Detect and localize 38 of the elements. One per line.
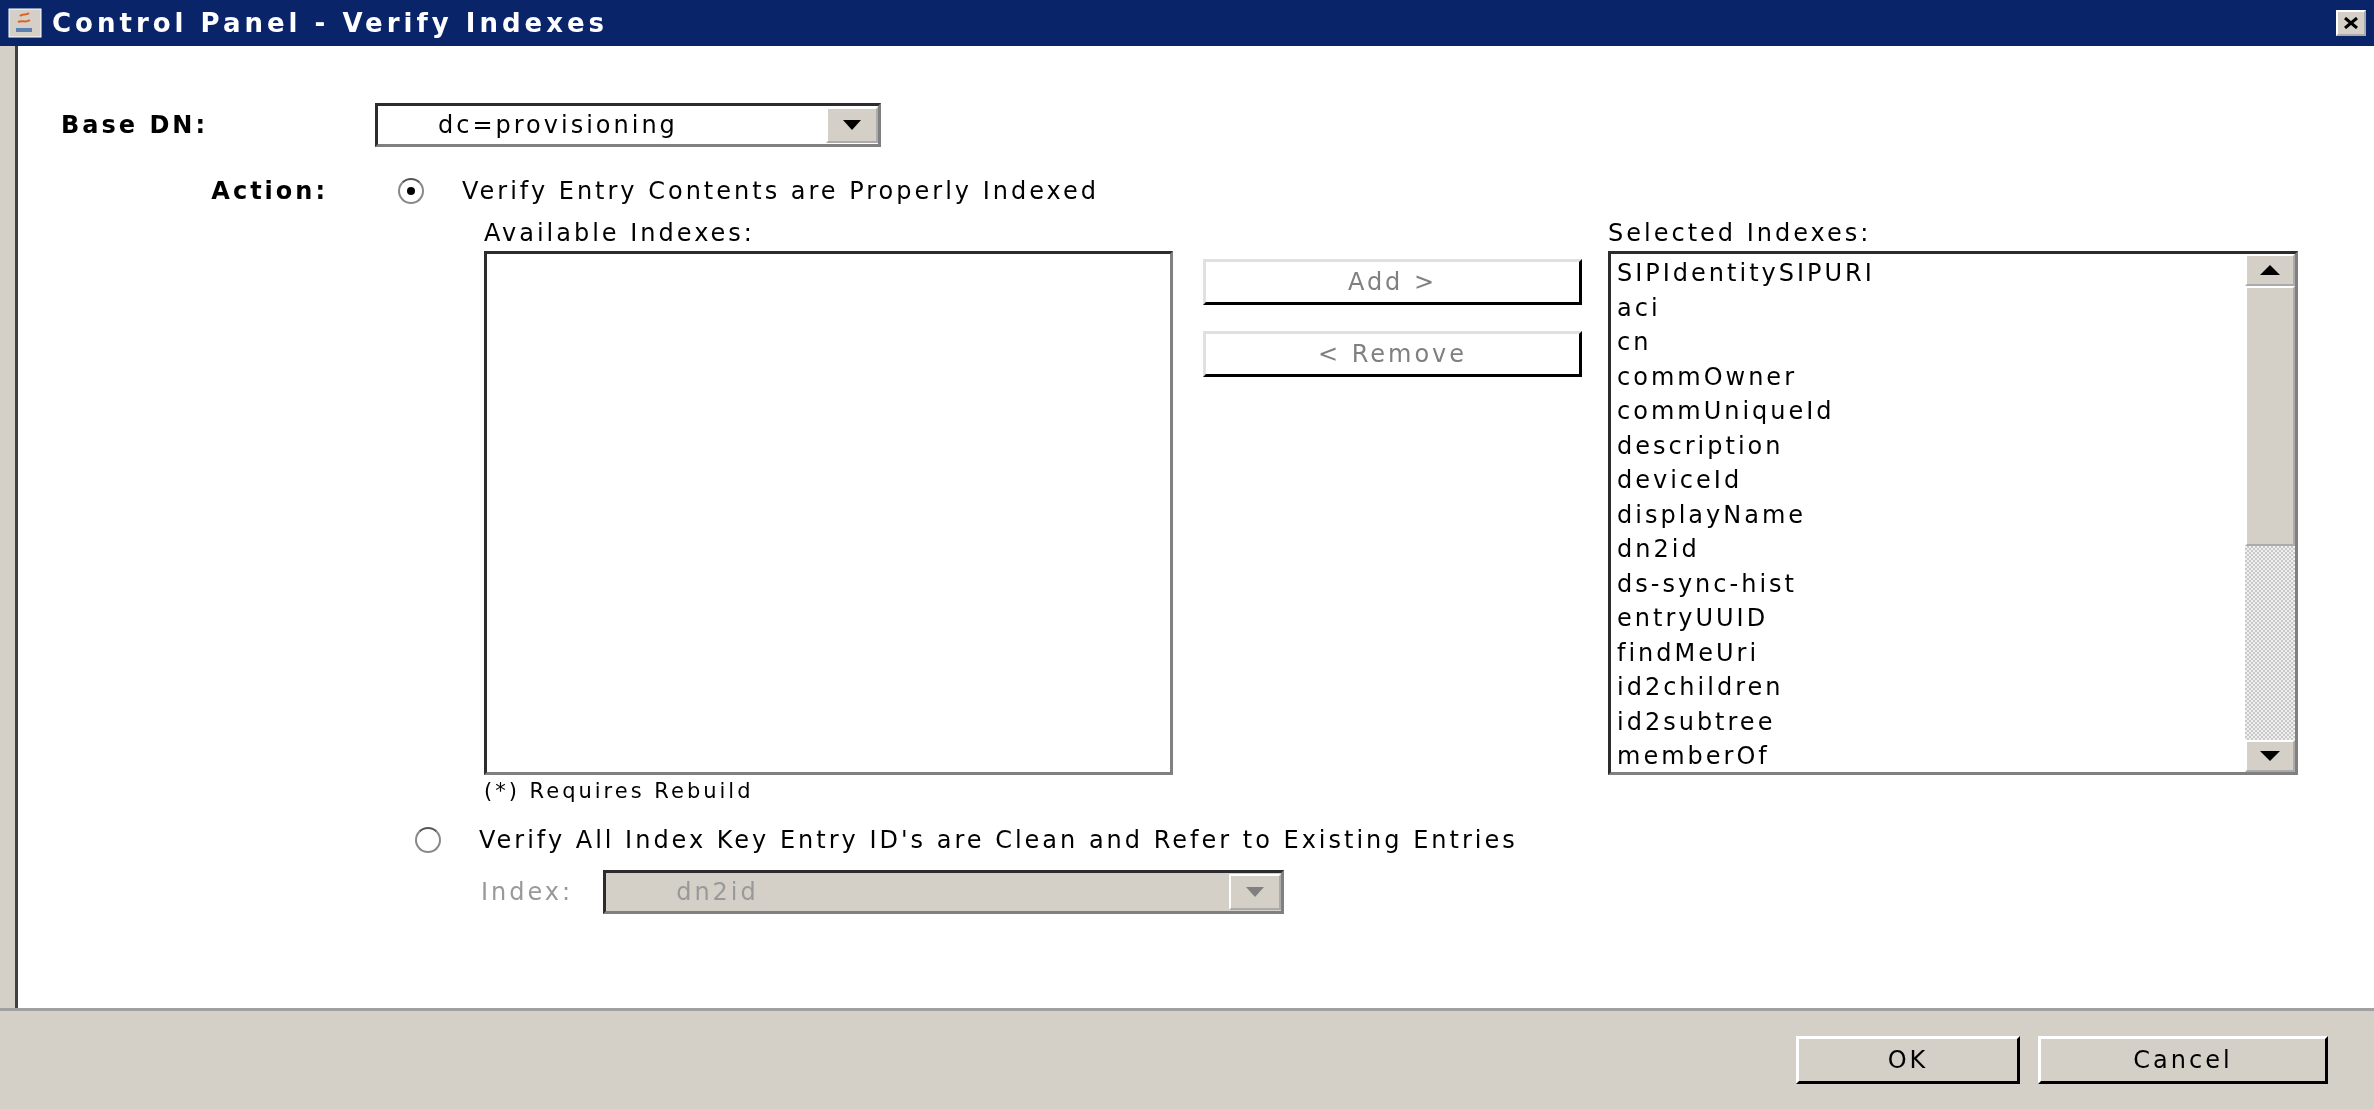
available-indexes-label: Available Indexes:	[484, 219, 756, 249]
rebuild-note: (*) Requires Rebuild	[484, 779, 754, 803]
scroll-up-icon	[2260, 265, 2280, 275]
available-indexes-list[interactable]	[484, 251, 1173, 775]
scroll-down-icon	[2260, 751, 2280, 761]
base-dn-label: Base DN:	[60, 111, 208, 139]
list-item[interactable]: commUniqueId	[1617, 394, 2239, 429]
list-item[interactable]: description	[1617, 428, 2239, 463]
caret-icon	[1246, 887, 1265, 897]
option-label: Verify All Index Key Entry ID's are Clean and Refer to Existing Entries	[479, 826, 1518, 854]
list-item[interactable]: findMeUri	[1617, 635, 2239, 670]
list-item[interactable]: id2children	[1617, 670, 2239, 705]
list-item[interactable]: deviceId	[1617, 463, 2239, 498]
list-item[interactable]: id2subtree	[1617, 704, 2239, 739]
list-item[interactable]: commOwner	[1617, 359, 2239, 394]
option-label: Verify Entry Contents are Properly Indexed	[462, 177, 1099, 205]
selected-indexes-list[interactable]: SIPIdentitySIPURI aci cn commOwner commUniqueId description deviceId displayName dn2id ds-sync-hist entryUUID findMeUri id2children id2subtree memberOf	[1608, 251, 2298, 775]
cancel-button[interactable]: Cancel	[2038, 1036, 2328, 1084]
close-button[interactable]	[2336, 10, 2366, 36]
caret-icon	[843, 120, 861, 130]
window-title: Control Panel - Verify Indexes	[52, 8, 609, 38]
list-item[interactable]: displayName	[1617, 497, 2239, 532]
base-dn-dropdown[interactable]: dc=provisioning	[375, 103, 881, 147]
close-icon	[2344, 17, 2358, 29]
list-item[interactable]: aci	[1617, 290, 2239, 325]
list-item[interactable]: ds-sync-hist	[1617, 566, 2239, 601]
list-item[interactable]: cn	[1617, 325, 2239, 360]
radio-button[interactable]	[415, 827, 441, 853]
list-item[interactable]: entryUUID	[1617, 601, 2239, 636]
selected-indexes-label: Selected Indexes:	[1608, 219, 1873, 249]
list-item[interactable]: SIPIdentitySIPURI	[1617, 256, 2239, 291]
ok-button[interactable]: OK	[1796, 1036, 2020, 1084]
radio-button[interactable]	[398, 178, 424, 204]
list-item[interactable]: memberOf	[1617, 739, 2239, 772]
index-label: Index:	[481, 878, 574, 906]
scrollbar[interactable]	[2245, 254, 2295, 772]
list-item[interactable]: dn2id	[1617, 532, 2239, 567]
action-label: Action:	[210, 177, 328, 205]
